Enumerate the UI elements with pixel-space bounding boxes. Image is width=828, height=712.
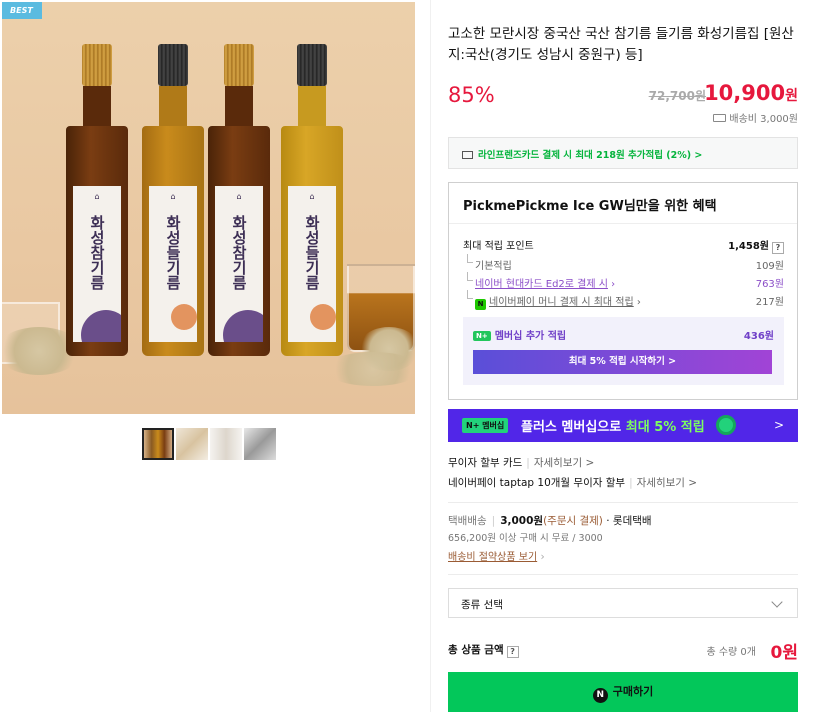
thumbnail-2[interactable] [176, 428, 208, 460]
product-main-image[interactable]: BEST ⌂ 화성참기름 ⌂ 화성들기름 ⌂ 화성참기름 ⌂ 화성들기름 [2, 2, 415, 414]
delivery-carrier: · 롯데택배 [606, 515, 652, 527]
max-points-label: 최대 적립 포인트 [463, 241, 534, 252]
bottle-label: 화성들기름 [164, 214, 182, 290]
total-amount: 0원 [770, 643, 798, 663]
chevron-right-icon: > [773, 418, 784, 432]
membership-section: N+ 멤버십 추가 적립 436원 최대 5% 적립 시작하기 > [463, 317, 784, 385]
banner-text-main: 플러스 멤버십으로 [521, 420, 622, 435]
sale-price-unit: 원 [785, 88, 798, 104]
installment-row: 무이자 할부 카드 | 자세히보기 > [448, 457, 595, 469]
plus-membership-banner[interactable]: N+ 멤버십 플러스 멤버십으로 최대 5% 적립 > [448, 409, 798, 442]
thumbnail-3[interactable] [210, 428, 242, 460]
shipping-saving-link[interactable]: 배송비 절약상품 보기 [448, 552, 537, 563]
option-select-placeholder: 종류 선택 [461, 599, 503, 611]
shipping-fee-text: 배송비 3,000원 [729, 114, 798, 125]
banner-highlight: 최대 5% 적립 [625, 420, 705, 435]
free-shipping-condition: 656,200원 이상 구매 시 무료 / 3000 [448, 533, 603, 544]
membership-label-text: 멤버십 추가 적립 [494, 331, 567, 342]
naverpay-n-icon: N [592, 688, 608, 703]
bottle-label: 화성들기름 [303, 214, 321, 290]
best-badge: BEST [2, 2, 42, 19]
truck-icon [713, 114, 727, 122]
total-label-text: 총 상품 금액 [448, 644, 504, 656]
card-icon [462, 151, 473, 159]
help-icon[interactable]: ? [506, 646, 519, 658]
product-bottle: ⌂ 화성들기름 [142, 44, 204, 356]
card-promo-banner[interactable]: 라인프렌즈카드 결제 시 최대 218원 추가적립 (2%) > [448, 137, 798, 169]
details-link[interactable]: 자세히보기 > [534, 457, 594, 469]
installment-label: 네이버페이 taptap 10개월 무이자 할부 [448, 477, 626, 489]
max-points-value-group: 1,458원? [728, 237, 784, 254]
shipping-fee: 배송비 3,000원 [713, 110, 798, 125]
delivery-row: 택배배송 | 3,000원(주문시 결제) · 롯데택배 [448, 515, 652, 527]
seed-scatter [324, 352, 415, 386]
buy-button-label: 구매하기 [612, 685, 654, 698]
benefit-row-card[interactable]: 네이버 현대카드 Ed2로 결제 시 › 763원 [463, 272, 784, 290]
installment-links: 무이자 할부 카드 | 자세히보기 > 네이버페이 taptap 10개월 무이자 … [448, 455, 697, 495]
total-label: 총 상품 금액? [448, 642, 519, 658]
installment-label: 무이자 할부 카드 [448, 457, 523, 469]
membership-label: N+ 멤버십 추가 적립 [473, 327, 566, 342]
membership-tag: N+ 멤버십 [462, 418, 509, 433]
benefit-link-naverpay[interactable]: 네이버페이 머니 결제 시 최대 적립 [489, 297, 634, 308]
max-points-row: 최대 적립 포인트 1,458원? [463, 237, 784, 254]
banner-text: 플러스 멤버십으로 최대 5% 적립 [521, 416, 705, 435]
benefits-box: PickmePickme Ice GW님만을 위한 혜택 최대 적립 포인트 1… [448, 182, 798, 400]
membership-start-button[interactable]: 최대 5% 적립 시작하기 > [473, 350, 772, 374]
total-count: 총 수량 0개 [706, 647, 756, 658]
membership-value: 436원 [743, 331, 774, 342]
benefit-value: 763원 [755, 279, 784, 290]
product-gallery: BEST ⌂ 화성참기름 ⌂ 화성들기름 ⌂ 화성참기름 ⌂ 화성들기름 [0, 0, 416, 712]
benefits-title: PickmePickme Ice GW님만을 위한 혜택 [463, 199, 717, 214]
delivery-info: 택배배송 | 3,000원(주문시 결제) · 롯데택배 656,200원 이상 구… [448, 512, 652, 567]
naver-plus-icon: N+ [473, 331, 491, 341]
sale-price-value: 10,900 [704, 81, 786, 105]
product-bottle: ⌂ 화성참기름 [208, 44, 270, 356]
bottle-label: 화성참기름 [88, 214, 106, 290]
help-icon[interactable]: ? [772, 242, 784, 254]
benefit-row-naverpay[interactable]: N 네이버페이 머니 결제 시 최대 적립 › 217원 [463, 290, 784, 310]
benefit-value: 109원 [755, 261, 784, 272]
benefit-row-basic: 기본적립 109원 [463, 254, 784, 272]
card-promo-text: 라인프렌즈카드 결제 시 최대 218원 추가적립 (2%) > [478, 150, 703, 161]
installment-row: 네이버페이 taptap 10개월 무이자 할부 | 자세히보기 > [448, 477, 698, 489]
delivery-fee: 3,000원 [500, 515, 544, 527]
benefit-link-card[interactable]: 네이버 현대카드 Ed2로 결제 시 [475, 279, 608, 290]
max-points-value: 1,458원 [728, 241, 769, 252]
benefit-label: 기본적립 [475, 261, 512, 272]
thumbnail-1[interactable] [142, 428, 174, 460]
product-title: 고소한 모란시장 중국산 국산 참기름 들기름 화성기름집 [원산지:국산(경기… [448, 26, 794, 63]
bottle-label: 화성참기름 [230, 214, 248, 290]
details-link[interactable]: 자세히보기 > [637, 477, 697, 489]
option-select[interactable]: 종류 선택 [448, 588, 798, 618]
product-bottle: ⌂ 화성참기름 [66, 44, 128, 356]
benefit-value: 217원 [755, 297, 784, 308]
discount-rate: 85% [448, 83, 495, 107]
delivery-method: 택배배송 [448, 515, 487, 527]
delivery-fee-note: (주문시 결제) [543, 515, 603, 527]
naverpay-icon: N [475, 299, 486, 310]
total-price-row: 총 상품 금액? 총 수량 0개 0원 [448, 640, 798, 663]
buy-button[interactable]: N 구매하기 [448, 672, 798, 712]
chevron-down-icon [771, 596, 783, 608]
thumbnail-strip [142, 428, 276, 460]
sale-price: 10,900원 [704, 81, 798, 105]
coin-icon [716, 415, 736, 435]
thumbnail-4[interactable] [244, 428, 276, 460]
product-bottle: ⌂ 화성들기름 [281, 44, 343, 356]
original-price: 72,700원 [648, 89, 706, 103]
divider [430, 0, 431, 712]
